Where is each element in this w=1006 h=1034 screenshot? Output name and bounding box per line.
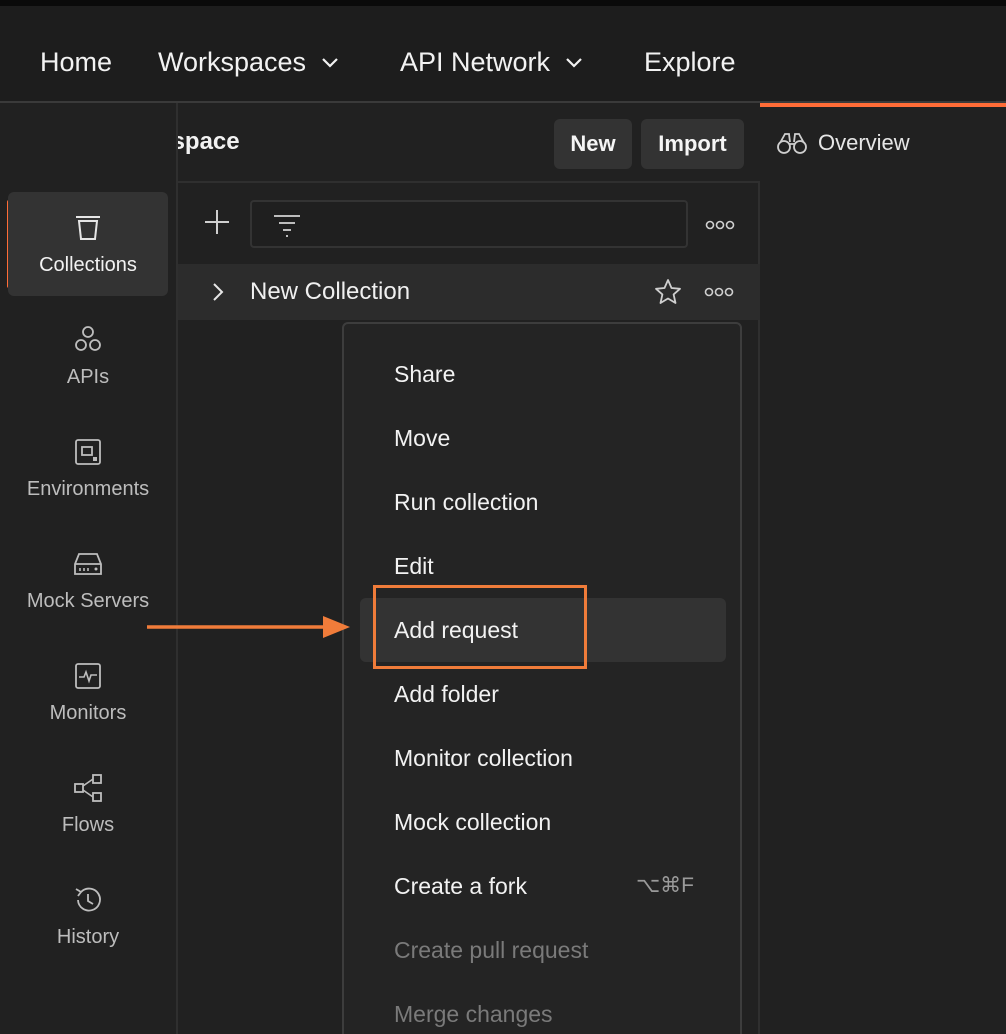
menu-item-label: Create pull request: [394, 936, 589, 963]
nav-api-network[interactable]: API Network: [400, 42, 584, 82]
app-window: Home Workspaces API Network Explore My W…: [0, 0, 1006, 1034]
menu-item-label: Create a fork: [394, 872, 527, 899]
menu-item-move[interactable]: Move: [360, 406, 726, 470]
server-icon: [74, 552, 102, 575]
sidebar-item-apis[interactable]: APIs: [8, 304, 168, 408]
sidebar-item-label: Environments: [26, 477, 150, 500]
star-icon[interactable]: [654, 278, 682, 306]
sidebar-item-environments[interactable]: Environments: [8, 416, 168, 520]
sidebar-item-label: APIs: [66, 365, 110, 388]
history-icon: [75, 887, 101, 911]
menu-item-create-fork[interactable]: Create a fork ⌥⌘F: [360, 854, 726, 918]
hexagons-icon: [75, 325, 101, 351]
menu-item-label: Add folder: [394, 680, 499, 707]
search-input[interactable]: [316, 210, 676, 240]
chevron-down-icon: [322, 58, 338, 68]
arrow-right-icon: [147, 616, 350, 638]
menu-item-label: Merge changes: [394, 1000, 553, 1027]
menu-item-label: Share: [394, 360, 456, 387]
sidebar-item-label: Flows: [61, 813, 115, 836]
menu-item-label: Move: [394, 424, 451, 451]
sidebar-item-label: Mock Servers: [26, 589, 150, 612]
menu-item-label: Run collection: [394, 488, 539, 515]
environment-icon: [75, 438, 101, 465]
menu-item-label: Edit: [394, 552, 434, 579]
shortcut-hint: ⌥⌘F: [635, 874, 694, 897]
nav-explore[interactable]: Explore: [644, 42, 736, 82]
import-button[interactable]: Import: [641, 119, 744, 169]
nav-api-network-label: API Network: [400, 46, 551, 77]
nav-home[interactable]: Home: [40, 42, 112, 82]
chevron-down-icon: [566, 58, 582, 68]
sidebar-item-mock-servers[interactable]: Mock Servers: [8, 528, 168, 632]
search-field[interactable]: [250, 200, 688, 248]
nav-home-label: Home: [40, 46, 113, 77]
nav-explore-label: Explore: [644, 46, 736, 77]
tab-overview-label: Overview: [818, 130, 910, 155]
context-menu: Share Move Run collection Edit Add reque…: [342, 322, 742, 1034]
active-tab-indicator: [760, 103, 1006, 107]
trash-bin-icon: [76, 215, 100, 240]
sidebar-item-collections[interactable]: Collections: [8, 192, 168, 296]
sidebar-item-label: Collections: [39, 253, 137, 276]
menu-item-label: Mock collection: [394, 808, 552, 835]
filter-icon: [274, 215, 300, 237]
sidebar-item-flows[interactable]: Flows: [8, 752, 168, 856]
menu-item-label: Monitor collection: [394, 744, 573, 771]
menu-item-run-collection[interactable]: Run collection: [360, 470, 726, 534]
more-options-icon[interactable]: [705, 219, 735, 231]
menu-item-mock-collection[interactable]: Mock collection: [360, 790, 726, 854]
collection-row[interactable]: New Collection: [178, 264, 760, 320]
nav-workspaces-label: Workspaces: [158, 46, 307, 77]
chevron-right-icon[interactable]: [208, 281, 228, 303]
sidebar-item-history[interactable]: History: [8, 864, 168, 968]
more-options-icon[interactable]: [704, 286, 734, 298]
new-button[interactable]: New: [554, 119, 632, 169]
menu-item-share[interactable]: Share: [360, 342, 726, 406]
binoculars-icon: [777, 133, 807, 154]
highlight-box: [373, 585, 587, 669]
menu-item-add-folder[interactable]: Add folder: [360, 662, 726, 726]
tab-overview[interactable]: Overview: [776, 130, 910, 156]
nav-workspaces[interactable]: Workspaces: [158, 42, 340, 82]
menu-item-merge-changes: Merge changes: [360, 982, 726, 1034]
plus-icon[interactable]: [202, 207, 232, 237]
sidebar-item-monitors[interactable]: Monitors: [8, 640, 168, 744]
menu-item-monitor-collection[interactable]: Monitor collection: [360, 726, 726, 790]
top-nav: Home Workspaces API Network Explore: [0, 0, 1006, 103]
monitor-icon: [75, 662, 101, 689]
flows-icon: [74, 773, 102, 802]
menu-item-create-pull-request: Create pull request: [360, 918, 726, 982]
sidebar-item-label: Monitors: [49, 701, 127, 724]
collection-name: New Collection: [250, 278, 411, 305]
sidebar-item-label: History: [56, 925, 120, 948]
